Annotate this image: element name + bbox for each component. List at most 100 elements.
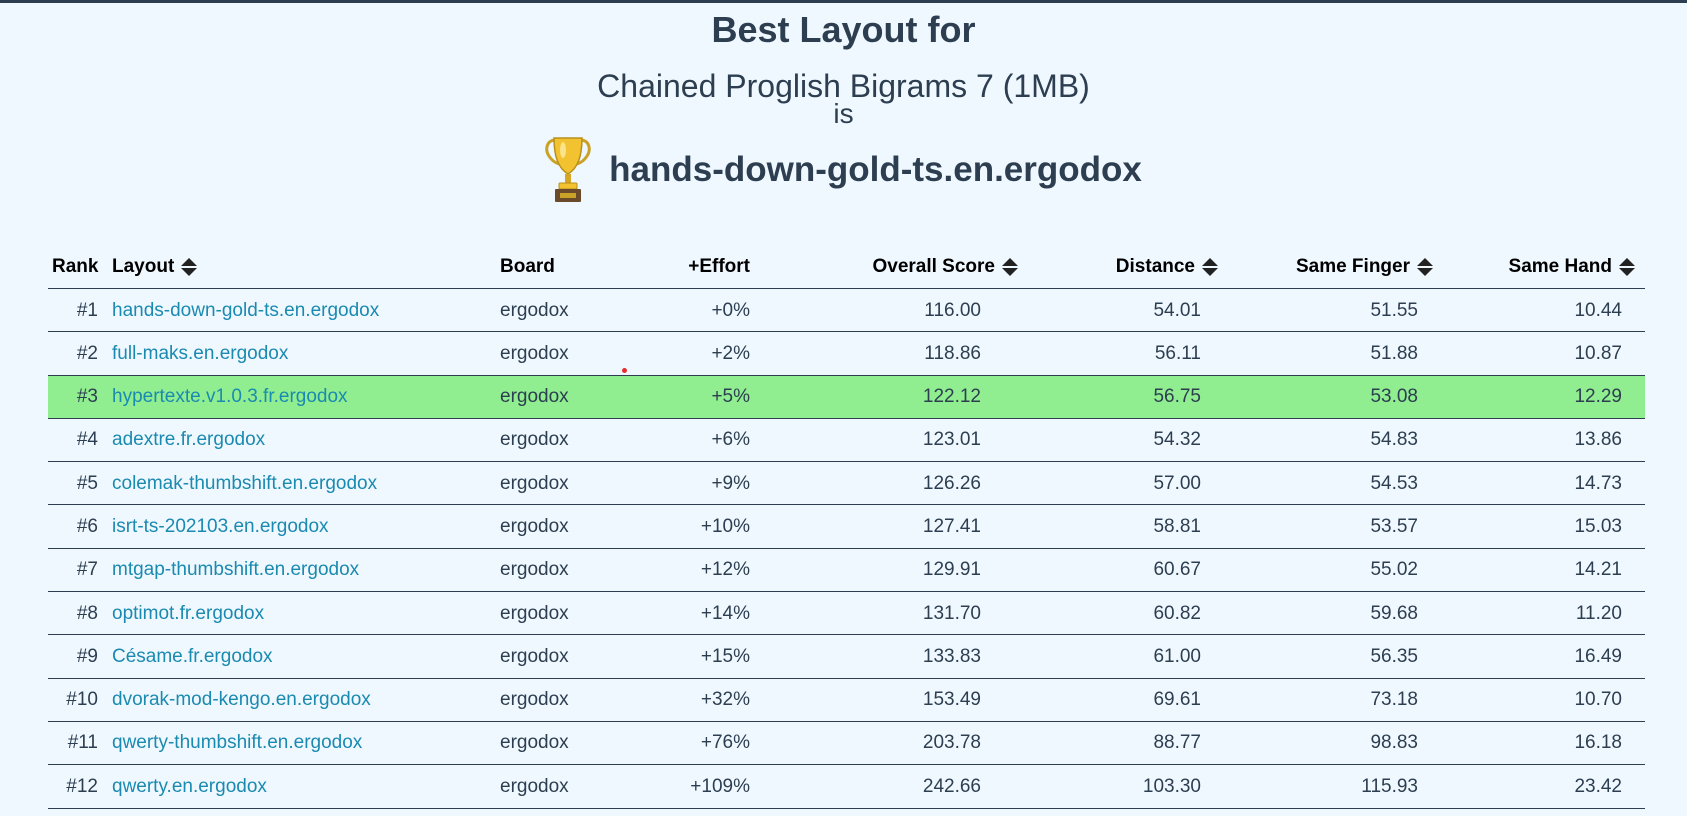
same-finger-cell: 54.83 <box>1370 429 1418 451</box>
layout-link[interactable]: qwerty.en.ergodox <box>112 765 492 808</box>
layout-link[interactable]: dvorak-mod-kengo.en.ergodox <box>112 679 492 722</box>
layout-link[interactable]: mtgap-thumbshift.en.ergodox <box>112 549 492 592</box>
table-row[interactable]: #12 qwerty.en.ergodox ergodox +109% 242.66 10… <box>48 765 1645 809</box>
overall-score-cell: 153.49 <box>922 689 981 711</box>
col-same-hand-header[interactable]: Same Hand <box>1428 244 1635 289</box>
sort-icon[interactable] <box>1619 257 1635 277</box>
same-finger-cell: 51.88 <box>1370 342 1418 364</box>
distance-cell: 54.01 <box>1153 299 1201 321</box>
layout-link[interactable]: colemak-thumbshift.en.ergodox <box>112 462 492 505</box>
table-row[interactable]: #7 mtgap-thumbshift.en.ergodox ergodox +12%… <box>48 549 1645 593</box>
distance-cell: 60.67 <box>1153 559 1201 581</box>
same-finger-cell: 55.02 <box>1370 559 1418 581</box>
rank-cell: #4 <box>76 429 98 451</box>
effort-cell: +2% <box>711 342 750 364</box>
same-hand-cell: 10.87 <box>1574 342 1622 364</box>
board-cell: ergodox <box>500 689 569 711</box>
col-effort-header: +Effort <box>688 255 750 277</box>
effort-cell: +0% <box>711 299 750 321</box>
distance-cell: 56.75 <box>1153 386 1201 408</box>
same-finger-cell: 115.93 <box>1361 775 1418 797</box>
distance-cell: 69.61 <box>1153 689 1201 711</box>
same-hand-cell: 14.21 <box>1574 559 1622 581</box>
overall-score-cell: 122.12 <box>922 386 981 408</box>
same-finger-cell: 51.55 <box>1370 299 1418 321</box>
same-finger-cell: 73.18 <box>1370 689 1418 711</box>
top-border <box>0 0 1687 3</box>
same-hand-cell: 11.20 <box>1575 602 1622 624</box>
same-hand-cell: 12.29 <box>1574 386 1622 408</box>
board-cell: ergodox <box>500 472 569 494</box>
rank-cell: #8 <box>76 602 98 624</box>
layout-link[interactable]: isrt-ts-202103.en.ergodox <box>112 505 492 548</box>
layout-link[interactable]: adextre.fr.ergodox <box>112 419 492 462</box>
table-row[interactable]: #2 full-maks.en.ergodox ergodox +2% 118.86 56… <box>48 332 1645 376</box>
same-hand-cell: 13.86 <box>1574 429 1622 451</box>
sort-icon[interactable] <box>181 257 198 277</box>
col-board-header: Board <box>500 255 555 277</box>
same-hand-cell: 10.44 <box>1574 299 1622 321</box>
rank-cell: #10 <box>66 689 98 711</box>
effort-cell: +76% <box>700 732 750 754</box>
rank-cell: #9 <box>76 645 98 667</box>
overall-score-cell: 126.26 <box>922 472 981 494</box>
layout-link[interactable]: qwerty-thumbshift.en.ergodox <box>112 722 492 765</box>
rank-cell: #12 <box>66 775 98 797</box>
layout-link[interactable]: Césame.fr.ergodox <box>112 635 492 678</box>
table-row[interactable]: #8 optimot.fr.ergodox ergodox +14% 131.70 60.… <box>48 592 1645 636</box>
layout-link[interactable]: hands-down-gold-ts.en.ergodox <box>112 289 492 332</box>
same-finger-cell: 53.08 <box>1370 386 1418 408</box>
overall-score-cell: 131.70 <box>922 602 981 624</box>
board-cell: ergodox <box>500 515 569 537</box>
table-row[interactable]: #9 Césame.fr.ergodox ergodox +15% 133.83 61.0… <box>48 635 1645 679</box>
rank-cell: #11 <box>67 732 98 754</box>
overall-score-cell: 133.83 <box>922 645 981 667</box>
table-row[interactable]: #11 qwerty-thumbshift.en.ergodox ergodox +7… <box>48 722 1645 766</box>
overall-score-cell: 127.41 <box>922 515 981 537</box>
layout-link[interactable]: hypertexte.v1.0.3.fr.ergodox <box>112 376 492 419</box>
overall-score-cell: 203.78 <box>922 732 981 754</box>
same-finger-cell: 56.35 <box>1370 645 1418 667</box>
same-hand-cell: 16.18 <box>1574 732 1622 754</box>
table-header: Rank Layout Board +Effort Overall Score … <box>48 244 1645 289</box>
same-hand-cell: 10.70 <box>1574 689 1622 711</box>
ranking-table: Rank Layout Board +Effort Overall Score … <box>48 244 1645 809</box>
distance-cell: 60.82 <box>1153 602 1201 624</box>
rank-cell: #2 <box>76 342 98 364</box>
layout-link[interactable]: optimot.fr.ergodox <box>112 592 492 635</box>
effort-cell: +32% <box>700 689 750 711</box>
board-cell: ergodox <box>500 429 569 451</box>
table-row[interactable]: #4 adextre.fr.ergodox ergodox +6% 123.01 54.3… <box>48 419 1645 463</box>
distance-cell: 61.00 <box>1153 645 1201 667</box>
rank-cell: #1 <box>76 299 98 321</box>
board-cell: ergodox <box>500 732 569 754</box>
same-hand-cell: 14.73 <box>1574 472 1622 494</box>
overall-score-cell: 129.91 <box>922 559 981 581</box>
table-row[interactable]: #5 colemak-thumbshift.en.ergodox ergodox +9… <box>48 462 1645 506</box>
trophy-icon <box>545 137 591 202</box>
effort-cell: +6% <box>711 429 750 451</box>
board-cell: ergodox <box>500 386 569 408</box>
layout-link[interactable]: full-maks.en.ergodox <box>112 332 492 375</box>
table-row[interactable]: #3 hypertexte.v1.0.3.fr.ergodox ergodox +5%… <box>48 375 1645 419</box>
effort-cell: +14% <box>700 602 750 624</box>
table-row[interactable]: #10 dvorak-mod-kengo.en.ergodox ergodox +32… <box>48 679 1645 722</box>
same-finger-cell: 59.68 <box>1370 602 1418 624</box>
col-layout-header[interactable]: Layout <box>112 244 198 289</box>
col-same-finger-header[interactable]: Same Finger <box>1208 244 1433 289</box>
effort-cell: +12% <box>700 559 750 581</box>
rank-cell: #6 <box>76 515 98 537</box>
col-distance-header[interactable]: Distance <box>1008 244 1218 289</box>
board-cell: ergodox <box>500 559 569 581</box>
distance-cell: 88.77 <box>1153 732 1201 754</box>
table-row[interactable]: #6 isrt-ts-202103.en.ergodox ergodox +10% 12… <box>48 505 1645 549</box>
table-row[interactable]: #1 hands-down-gold-ts.en.ergodox ergodox +0… <box>48 289 1645 333</box>
winner-line: hands-down-gold-ts.en.ergodox <box>0 136 1687 204</box>
is-label: is <box>833 98 854 129</box>
distance-cell: 58.81 <box>1153 515 1201 537</box>
board-cell: ergodox <box>500 645 569 667</box>
rank-cell: #3 <box>76 386 98 408</box>
col-overall-header[interactable]: Overall Score <box>748 244 1018 289</box>
col-rank-header: Rank <box>52 255 99 277</box>
overall-score-cell: 118.86 <box>924 342 981 364</box>
